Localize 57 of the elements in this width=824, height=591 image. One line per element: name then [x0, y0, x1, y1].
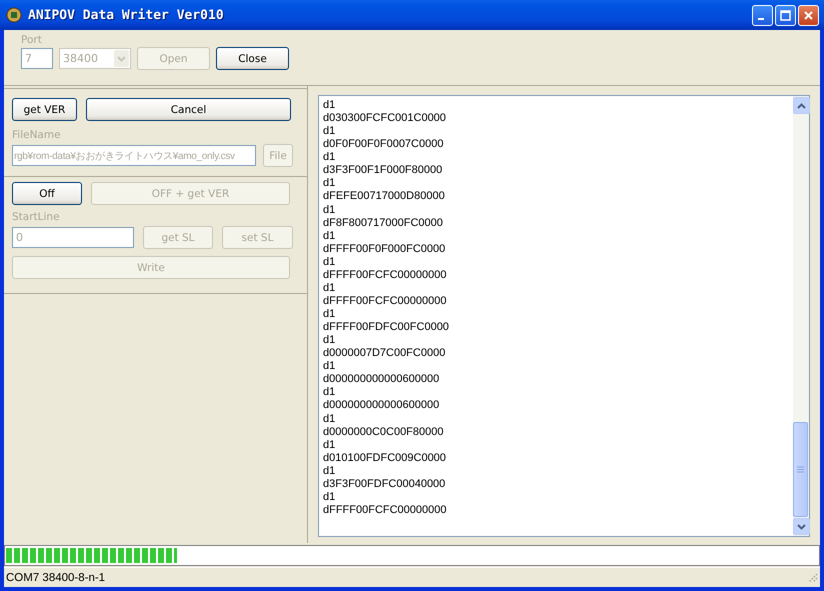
log-line: d010100FDFC009C0000	[323, 452, 447, 465]
off-button[interactable]: Off	[12, 182, 82, 205]
log-line: d1	[323, 464, 336, 478]
log-line: dF8F800717000FC0000	[323, 216, 444, 230]
log-line: d1	[323, 386, 336, 400]
log-line: d1	[323, 230, 336, 243]
window-title: ANIPOV Data Writer Ver010	[28, 8, 225, 22]
get-ver-button[interactable]: get VER	[12, 98, 77, 121]
log-line: d1	[323, 438, 336, 452]
log-line: d1	[323, 334, 336, 348]
log-line: d000000000000600000	[323, 399, 440, 412]
log-line: dFFFF00FCFC00000000	[323, 268, 448, 282]
log-line: d1	[323, 308, 336, 322]
close-port-button[interactable]: Close	[216, 47, 289, 70]
log-line: dFFFF00FCFC00000000	[323, 294, 448, 308]
minimize-icon	[758, 18, 764, 20]
chevron-down-icon	[114, 50, 129, 67]
scroll-down-button[interactable]	[793, 518, 810, 535]
log-line: d1	[323, 99, 336, 112]
log-line: d1	[323, 177, 336, 190]
maximize-button[interactable]	[775, 4, 796, 26]
cancel-button[interactable]: Cancel	[86, 98, 291, 121]
close-icon	[803, 10, 814, 20]
minimize-button[interactable]	[752, 4, 773, 26]
resize-grip-icon	[807, 572, 818, 583]
filename-label: FileName	[12, 129, 62, 141]
startline-label: StartLine	[12, 211, 61, 223]
chevron-up-icon	[797, 102, 806, 108]
log-line: dFFFF00FCFC00000000	[323, 504, 448, 517]
status-text: COM7 38400-8-n-1	[6, 572, 106, 584]
port-label: Port	[21, 34, 43, 46]
log-line: d030300FCFC001C0000	[323, 112, 447, 126]
log-line: d1	[323, 282, 336, 295]
scroll-up-button[interactable]	[793, 97, 810, 114]
log-line: d1	[323, 412, 336, 426]
log-line: d1	[323, 360, 336, 374]
log-line: d1	[323, 490, 336, 504]
log-line: d0000000C0C00F80000	[323, 426, 444, 439]
scrollbar[interactable]	[793, 96, 809, 536]
maximize-icon	[780, 10, 791, 20]
log-line: d3F3F00F1F000F80000	[323, 164, 444, 178]
log-line: d1	[323, 204, 336, 217]
log-line: d000000000000600000	[323, 373, 440, 386]
log-line: dFFFF00FDFC00FC0000	[323, 321, 450, 334]
log-line: dFFFF00F0F000FC0000	[323, 242, 446, 256]
scrollbar-thumb[interactable]	[793, 422, 808, 517]
log-line: d3F3F00FDFC00040000	[323, 478, 446, 491]
log-line: dFEFE00717000D80000	[323, 190, 446, 204]
app-icon	[6, 7, 22, 23]
log-line: d1	[323, 151, 336, 164]
log-line: d1	[323, 125, 336, 138]
log-textarea[interactable]	[318, 95, 810, 537]
close-button[interactable]	[798, 4, 819, 26]
chevron-down-icon	[797, 524, 806, 530]
log-line: d0000007D7C00FC0000	[323, 347, 446, 360]
log-line: d0F0F00F0F0007C0000	[323, 138, 444, 152]
log-line: d1	[323, 256, 336, 269]
